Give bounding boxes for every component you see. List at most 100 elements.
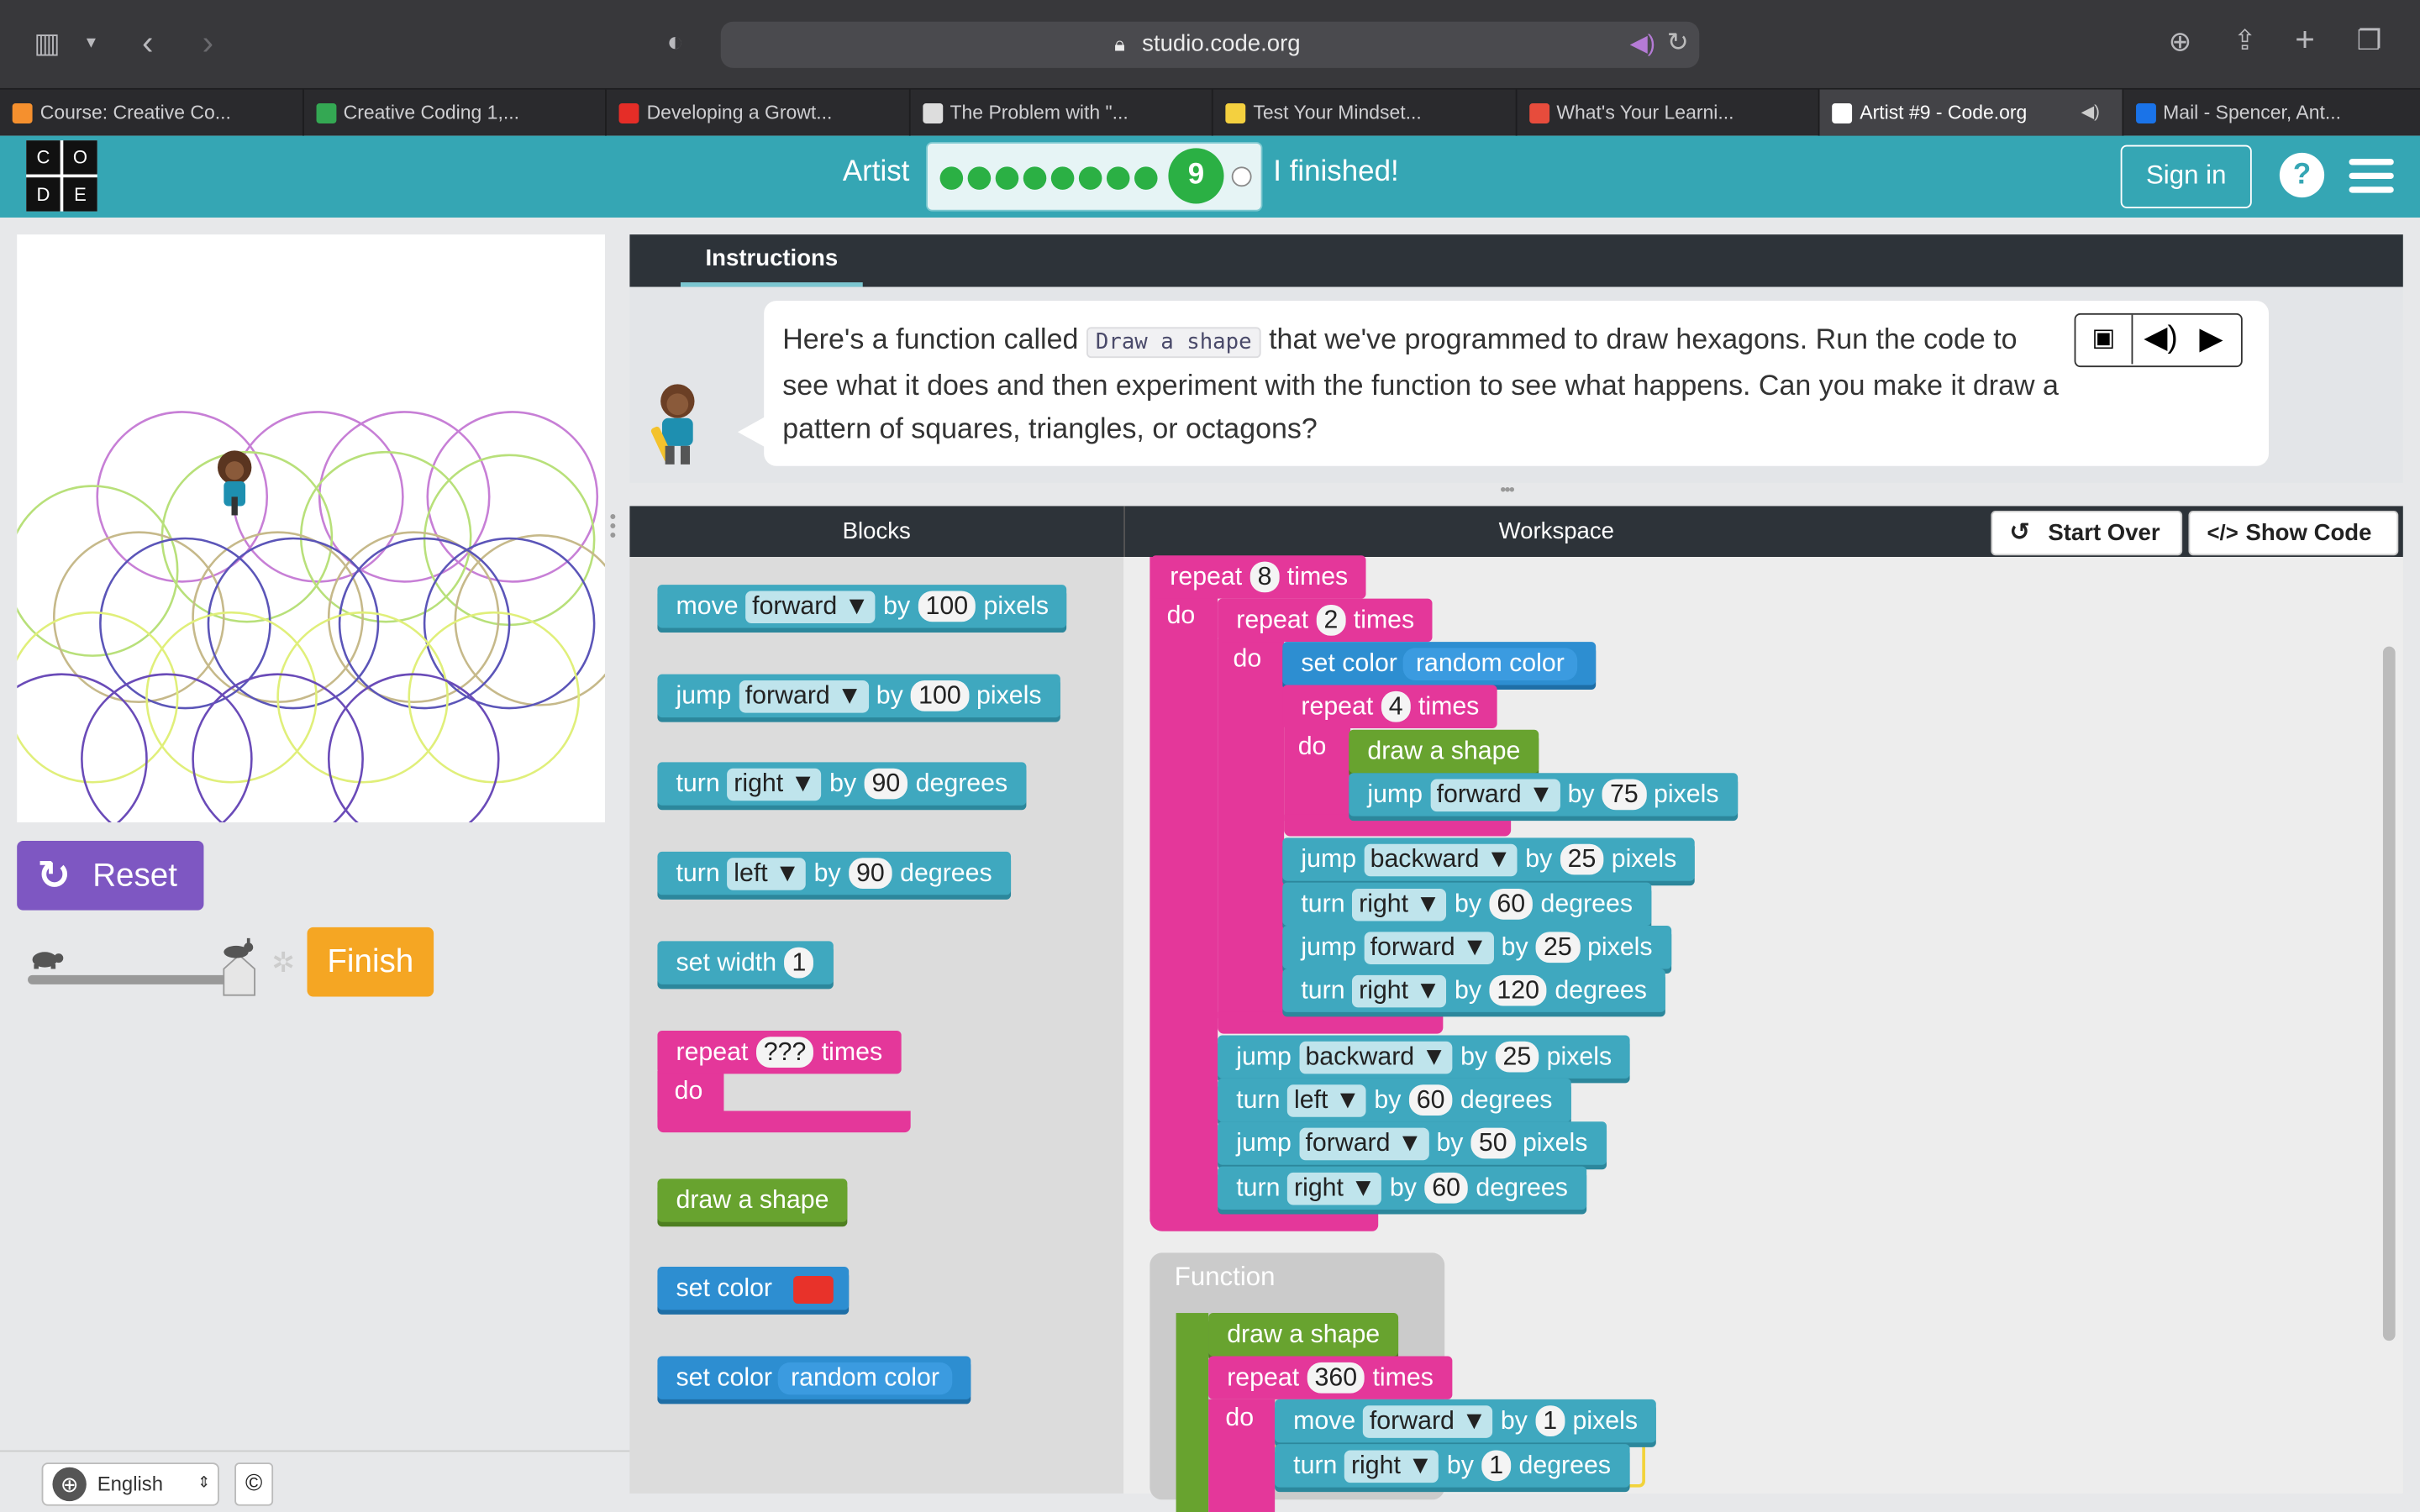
download-icon[interactable]: ⊕ bbox=[2169, 28, 2192, 55]
direction-dropdown[interactable]: right ▼ bbox=[1352, 974, 1447, 1008]
code-org-logo[interactable]: C O D E bbox=[26, 140, 97, 212]
code-block[interactable]: jump forward ▼ by 75 pixels bbox=[1349, 773, 1738, 816]
number-field[interactable]: 90 bbox=[848, 858, 892, 889]
audio-playing-icon[interactable]: ◀︎) bbox=[1630, 29, 1655, 57]
share-icon[interactable]: ⇪ bbox=[2233, 26, 2257, 54]
direction-dropdown[interactable]: right ▼ bbox=[727, 768, 822, 801]
direction-dropdown[interactable]: forward ▼ bbox=[1363, 1405, 1493, 1438]
next-level-dot[interactable] bbox=[1231, 166, 1252, 187]
number-field[interactable]: 25 bbox=[1535, 932, 1580, 963]
reset-button[interactable]: ↻ Reset bbox=[17, 841, 204, 911]
level-dot[interactable] bbox=[967, 166, 992, 190]
back-icon[interactable]: ‹ bbox=[142, 25, 153, 60]
code-block[interactable]: jump forward ▼ by 25 pixels bbox=[1282, 926, 1671, 969]
number-field[interactable]: 360 bbox=[1307, 1362, 1365, 1394]
number-field[interactable]: 90 bbox=[864, 768, 908, 800]
code-block[interactable]: set width 1 bbox=[657, 941, 834, 984]
code-block[interactable]: set color random color bbox=[1282, 642, 1596, 685]
speed-slider-track[interactable] bbox=[28, 974, 245, 984]
code-block[interactable]: set color bbox=[657, 1266, 850, 1310]
code-block[interactable]: draw a shape bbox=[657, 1179, 848, 1222]
code-block[interactable]: turn right ▼ by 90 degrees bbox=[657, 762, 1027, 806]
level-dot[interactable] bbox=[939, 166, 964, 190]
code-block[interactable]: turn left ▼ by 60 degrees bbox=[1218, 1078, 1571, 1122]
number-field[interactable]: 1 bbox=[784, 947, 814, 979]
workspace-scrollbar[interactable] bbox=[2382, 646, 2396, 1341]
level-dot[interactable] bbox=[1023, 166, 1047, 190]
random-color-block[interactable]: random color bbox=[1403, 648, 1577, 681]
direction-dropdown[interactable]: right ▼ bbox=[1344, 1450, 1439, 1483]
resize-handle-icon[interactable]: • • • bbox=[610, 507, 617, 544]
tab-instructions[interactable]: Instructions bbox=[681, 238, 863, 287]
number-field[interactable]: 100 bbox=[910, 680, 969, 711]
code-block[interactable]: jump forward ▼ by 100 pixels bbox=[657, 674, 1060, 718]
direction-dropdown[interactable]: backward ▼ bbox=[1299, 1041, 1453, 1074]
browser-tab[interactable]: Artist #9 - Code.org ◀︎) bbox=[1819, 89, 2123, 138]
code-block[interactable]: repeat 2 times bbox=[1218, 598, 1434, 643]
number-field[interactable]: 100 bbox=[918, 591, 976, 622]
code-block[interactable]: turn right ▼ by 1 degrees bbox=[1275, 1444, 1630, 1488]
sign-in-button[interactable]: Sign in bbox=[2120, 144, 2252, 208]
level-dot[interactable] bbox=[1134, 166, 1158, 190]
tts-settings-icon[interactable]: ▣ bbox=[2075, 314, 2133, 365]
code-block[interactable]: jump forward ▼ by 50 pixels bbox=[1218, 1121, 1607, 1165]
code-block[interactable]: turn right ▼ by 60 degrees bbox=[1218, 1166, 1586, 1210]
number-field[interactable]: 120 bbox=[1489, 974, 1548, 1006]
i-finished-link[interactable]: I finished! bbox=[1273, 156, 1398, 190]
number-field[interactable]: 50 bbox=[1470, 1127, 1515, 1159]
level-dot[interactable] bbox=[1050, 166, 1075, 190]
number-field[interactable]: 2 bbox=[1316, 605, 1346, 636]
number-field[interactable]: 1 bbox=[1481, 1450, 1512, 1482]
number-field[interactable]: ??? bbox=[755, 1037, 814, 1068]
sidebar-toggle-icon[interactable]: ▥ bbox=[34, 29, 60, 57]
number-field[interactable]: 25 bbox=[1495, 1041, 1539, 1073]
shield-icon[interactable]: ◐ bbox=[666, 28, 683, 55]
copyright-button[interactable]: © bbox=[234, 1462, 274, 1506]
address-bar[interactable]: 🔒︎ studio.code.org ◀︎) ↻ bbox=[720, 21, 1700, 68]
direction-dropdown[interactable]: forward ▼ bbox=[739, 680, 869, 713]
drag-handle-icon[interactable]: ••• bbox=[1500, 481, 1514, 500]
direction-dropdown[interactable]: forward ▼ bbox=[1364, 932, 1494, 964]
tab-audio-icon[interactable]: ◀︎) bbox=[2081, 90, 2100, 138]
number-field[interactable]: 60 bbox=[1424, 1172, 1469, 1204]
reload-icon[interactable]: ↻ bbox=[1667, 28, 1689, 59]
code-block[interactable]: move forward ▼ by 100 pixels bbox=[657, 585, 1068, 628]
browser-tab[interactable]: Mail - Spencer, Ant... bbox=[2123, 90, 2420, 138]
code-block[interactable]: draw a shape bbox=[1208, 1313, 1399, 1357]
chevron-down-icon[interactable]: ▾ bbox=[87, 33, 96, 51]
direction-dropdown[interactable]: right ▼ bbox=[1287, 1172, 1382, 1205]
hamburger-menu-icon[interactable] bbox=[2349, 159, 2394, 192]
level-dot[interactable] bbox=[995, 166, 1019, 190]
tab-overview-icon[interactable]: ❐ bbox=[2357, 26, 2382, 54]
number-field[interactable]: 8 bbox=[1249, 561, 1280, 593]
finish-button[interactable]: Finish bbox=[307, 927, 434, 997]
code-block[interactable]: turn right ▼ by 120 degrees bbox=[1282, 969, 1665, 1012]
random-color-block[interactable]: random color bbox=[778, 1362, 952, 1395]
browser-tab[interactable]: Developing a Growt... bbox=[607, 89, 910, 138]
direction-dropdown[interactable]: backward ▼ bbox=[1364, 843, 1518, 877]
play-icon[interactable]: ▶︎ bbox=[2199, 319, 2223, 358]
direction-dropdown[interactable]: forward ▼ bbox=[745, 591, 876, 624]
browser-tab[interactable]: Course: Creative Co... bbox=[0, 89, 303, 138]
show-code-button[interactable]: </> Show Code bbox=[2188, 510, 2399, 556]
code-block[interactable]: draw a shape bbox=[1349, 729, 1539, 774]
code-block[interactable]: move forward ▼ by 1 pixels bbox=[1275, 1399, 1657, 1443]
code-block[interactable]: repeat 4 times bbox=[1282, 685, 1498, 728]
browser-tab[interactable]: Test Your Mindset... bbox=[1213, 89, 1517, 138]
level-dot[interactable] bbox=[1078, 166, 1102, 190]
current-level-badge[interactable]: 9 bbox=[1168, 148, 1224, 204]
number-field[interactable]: 25 bbox=[1560, 843, 1604, 875]
number-field[interactable]: 60 bbox=[1408, 1084, 1453, 1116]
direction-dropdown[interactable]: forward ▼ bbox=[1299, 1127, 1429, 1161]
direction-dropdown[interactable]: right ▼ bbox=[1352, 888, 1447, 921]
number-field[interactable]: 4 bbox=[1381, 690, 1411, 722]
number-field[interactable]: 1 bbox=[1535, 1405, 1565, 1437]
code-block[interactable]: set color random color bbox=[657, 1356, 971, 1399]
language-select[interactable]: ⊕ English ⇕ bbox=[41, 1462, 219, 1506]
new-tab-icon[interactable]: + bbox=[2295, 23, 2315, 57]
direction-dropdown[interactable]: forward ▼ bbox=[1430, 779, 1560, 812]
forward-icon[interactable]: › bbox=[203, 25, 213, 60]
number-field[interactable]: 60 bbox=[1489, 888, 1534, 920]
color-swatch[interactable] bbox=[793, 1275, 834, 1304]
direction-dropdown[interactable]: left ▼ bbox=[1287, 1084, 1367, 1117]
